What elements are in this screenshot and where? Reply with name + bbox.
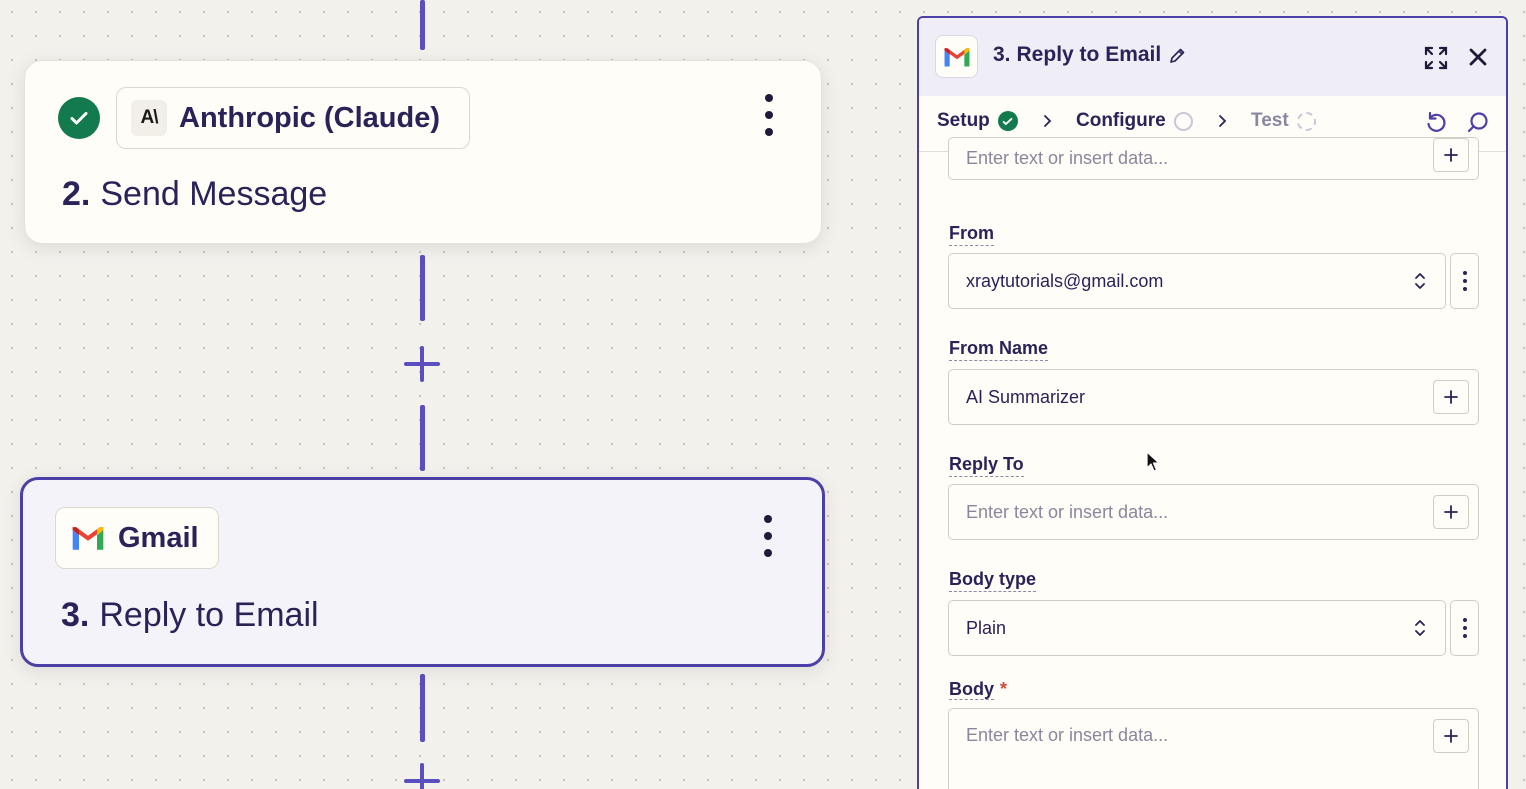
body-type-select[interactable]: Plain <box>948 600 1446 656</box>
from-name-input[interactable]: AI Summarizer <box>948 369 1479 425</box>
body-label-text: Body <box>949 679 994 700</box>
required-marker: * <box>1000 679 1008 699</box>
comment-icon[interactable] <box>1466 110 1490 134</box>
chevron-right-icon <box>1219 115 1227 127</box>
from-value: xraytutorials@gmail.com <box>966 270 1164 291</box>
reply-to-input[interactable]: Enter text or insert data... <box>948 484 1479 540</box>
gmail-logo-icon <box>70 520 106 556</box>
tab-label: Configure <box>1076 110 1166 131</box>
insert-data-button[interactable] <box>1433 719 1469 753</box>
step-menu-button[interactable] <box>762 94 776 136</box>
insert-data-button[interactable] <box>1433 380 1469 414</box>
panel-step-number: 3. <box>993 43 1011 66</box>
step-card-reply-to-email[interactable]: Gmail 3. Reply to Email <box>20 477 825 667</box>
tab-configure[interactable]: Configure <box>1076 110 1193 132</box>
from-name-value: AI Summarizer <box>966 386 1086 407</box>
panel-title-text: Reply to Email <box>1016 43 1162 66</box>
step-number: 3. <box>61 596 90 634</box>
panel-header: 3. Reply to Email <box>919 18 1506 96</box>
connector-line <box>420 255 425 321</box>
tab-label: Setup <box>937 110 990 131</box>
app-name: Gmail <box>118 521 199 554</box>
add-step-button[interactable] <box>403 762 441 789</box>
step-editor-panel: 3. Reply to Email Setup Configure Test E… <box>917 16 1508 789</box>
mouse-cursor-icon <box>1146 451 1160 472</box>
step-title: 3. Reply to Email <box>61 596 319 635</box>
step-title-text: Send Message <box>100 175 328 213</box>
connector-line-top <box>420 0 425 50</box>
tab-label: Test <box>1251 110 1289 131</box>
from-name-label: From Name <box>949 338 1049 361</box>
step-title: 2. Send Message <box>62 175 327 214</box>
anthropic-logo-icon: A\ <box>131 100 167 136</box>
reply-to-label: Reply To <box>949 454 1024 477</box>
connector-line <box>420 405 425 471</box>
pencil-icon[interactable] <box>1167 46 1187 66</box>
body-label: Body * <box>949 679 1007 701</box>
add-step-button[interactable] <box>403 345 441 383</box>
connector-line <box>420 674 425 742</box>
step-number: 2. <box>62 175 91 213</box>
from-label: From <box>949 223 994 246</box>
chevron-right-icon <box>1044 115 1052 127</box>
gmail-logo-icon <box>935 35 978 78</box>
app-chip-gmail[interactable]: Gmail <box>55 507 219 569</box>
app-name: Anthropic (Claude) <box>179 101 440 134</box>
body-type-label: Body type <box>949 569 1037 592</box>
undo-icon[interactable] <box>1424 110 1448 134</box>
from-select[interactable]: xraytutorials@gmail.com <box>948 253 1446 309</box>
text-field-input[interactable]: Enter text or insert data... <box>948 137 1479 180</box>
insert-data-button[interactable] <box>1433 138 1469 172</box>
field-placeholder: Enter text or insert data... <box>966 148 1169 168</box>
body-type-value: Plain <box>966 617 1007 638</box>
close-icon[interactable] <box>1467 46 1489 68</box>
select-chevrons-icon <box>1415 620 1425 636</box>
step-menu-button[interactable] <box>761 515 775 557</box>
check-circle-icon <box>997 111 1018 131</box>
step-title-text: Reply to Email <box>99 596 319 634</box>
empty-circle-icon <box>1173 111 1193 131</box>
field-options-button[interactable] <box>1450 600 1479 656</box>
panel-title[interactable]: 3. Reply to Email <box>993 43 1161 67</box>
expand-icon[interactable] <box>1423 45 1449 71</box>
app-chip-anthropic[interactable]: A\ Anthropic (Claude) <box>116 87 470 149</box>
body-textarea[interactable]: Enter text or insert data... <box>948 708 1479 789</box>
tab-test[interactable]: Test <box>1251 110 1316 132</box>
reply-to-placeholder: Enter text or insert data... <box>966 501 1169 522</box>
insert-data-button[interactable] <box>1433 495 1469 529</box>
body-placeholder: Enter text or insert data... <box>966 725 1169 745</box>
select-chevrons-icon <box>1415 273 1425 289</box>
success-check-icon <box>58 97 100 139</box>
pending-clock-icon <box>1296 111 1316 131</box>
tab-setup[interactable]: Setup <box>937 110 1018 132</box>
field-options-button[interactable] <box>1450 253 1479 309</box>
step-card-send-message[interactable]: A\ Anthropic (Claude) 2. Send Message <box>24 60 822 244</box>
